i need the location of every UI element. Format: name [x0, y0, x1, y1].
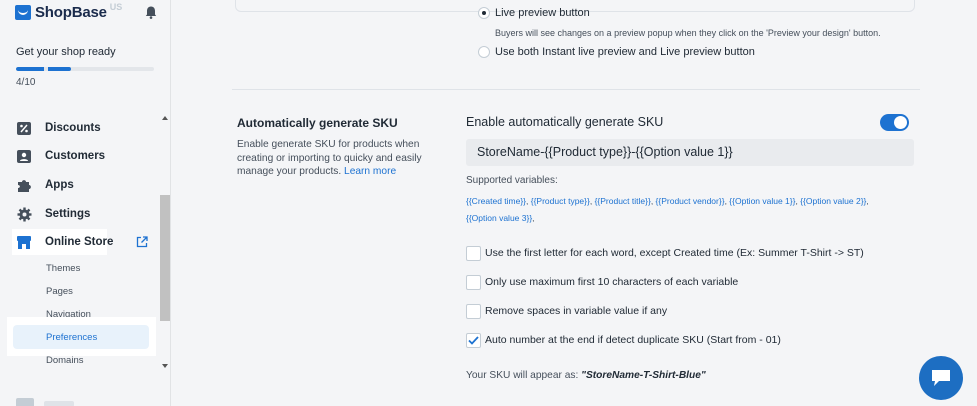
onboarding-progress-count: 4/10 [16, 77, 36, 88]
chat-widget-button[interactable] [919, 356, 963, 400]
max-10-chars-checkbox[interactable] [466, 275, 481, 290]
main-content: Live preview button Buyers will see chan… [172, 0, 977, 406]
remove-spaces-checkbox[interactable] [466, 304, 481, 319]
scroll-down-arrow[interactable] [162, 364, 168, 368]
live-preview-help: Buyers will see changes on a preview pop… [495, 28, 881, 38]
bell-icon[interactable] [145, 6, 157, 19]
variable-created-time[interactable]: {{Created time}} [466, 196, 526, 206]
sidebar-subitem-preferences[interactable]: Preferences [46, 332, 97, 343]
sidebar-subitem-domains[interactable]: Domains [46, 355, 84, 366]
gear-icon [16, 206, 32, 222]
variable-product-title[interactable]: {{Product title}} [595, 196, 651, 206]
sku-section-title: Automatically generate SKU [237, 116, 398, 130]
live-preview-label: Live preview button [495, 7, 590, 19]
sku-preview: Your SKU will appear as: "StoreName-T-Sh… [466, 370, 706, 381]
sidebar-item-customers[interactable]: Customers [0, 144, 159, 168]
discount-icon [16, 120, 32, 136]
customers-icon [16, 148, 32, 164]
first-letter-label: Use the first letter for each word, exce… [485, 247, 864, 259]
external-link-icon[interactable] [136, 236, 148, 248]
sidebar-item-settings[interactable]: Settings [0, 202, 159, 226]
sidebar-scrollbar-thumb[interactable] [160, 195, 170, 321]
sidebar-item-label: Online Store [45, 236, 114, 248]
onboarding-progress-bar [16, 67, 154, 71]
variable-product-type[interactable]: {{Product type}} [531, 196, 590, 206]
sidebar-item-apps[interactable]: Apps [0, 173, 159, 197]
puzzle-icon [16, 177, 32, 193]
onboarding-title: Get your shop ready [16, 46, 116, 58]
variable-option-value-1[interactable]: {{Option value 1}} [729, 196, 795, 206]
toggle-knob [894, 116, 907, 129]
sku-section-description: Enable generate SKU for products when cr… [237, 138, 432, 179]
enable-sku-label: Enable automatically generate SKU [466, 115, 664, 129]
auto-number-label: Auto number at the end if detect duplica… [485, 334, 781, 346]
sku-template-input[interactable]: StoreName-{{Product type}}-{{Option valu… [466, 139, 914, 166]
sidebar-item-label: Apps [45, 179, 74, 191]
sidebar-item-label: Customers [45, 150, 106, 162]
enable-sku-toggle[interactable] [880, 114, 909, 131]
live-preview-radio[interactable] [478, 7, 490, 19]
first-letter-checkbox[interactable] [466, 246, 481, 261]
auto-number-checkbox[interactable] [466, 333, 481, 348]
supported-variables-title: Supported variables: [466, 175, 558, 186]
sidebar-item-label: Discounts [45, 122, 101, 134]
checkmark-icon [468, 336, 479, 345]
sidebar-item-icon-partial [16, 398, 34, 406]
onboarding-progress-fill [16, 67, 72, 71]
sidebar-item-label-partial [44, 401, 74, 406]
sidebar-subitem-themes[interactable]: Themes [46, 263, 80, 274]
scroll-up-arrow[interactable] [162, 116, 168, 120]
shopbase-logo-icon [15, 5, 31, 20]
brand-name: ShopBase [35, 4, 107, 21]
shopbase-logo[interactable]: ShopBase US [15, 1, 123, 21]
sku-preview-value: "StoreName-T-Shirt-Blue" [581, 370, 706, 381]
both-preview-radio[interactable] [478, 46, 490, 58]
sku-preview-prefix: Your SKU will appear as: [466, 370, 579, 381]
variable-option-value-3[interactable]: {{Option value 3}} [466, 213, 532, 223]
max-10-chars-label: Only use maximum first 10 characters of … [485, 276, 739, 288]
variable-product-vendor[interactable]: {{Product vendor}} [656, 196, 725, 206]
sidebar: ShopBase US Get your shop ready 4/10 Dis… [0, 0, 171, 406]
sidebar-item-label: Settings [45, 208, 91, 220]
supported-variables-list: {{Created time}}, {{Product type}}, {{Pr… [466, 196, 869, 223]
section-divider [232, 89, 920, 90]
variable-option-value-2[interactable]: {{Option value 2}} [800, 196, 866, 206]
store-icon [16, 234, 32, 250]
chat-icon [932, 370, 950, 386]
remove-spaces-label: Remove spaces in variable value if any [485, 305, 668, 317]
both-preview-label: Use both Instant live preview and Live p… [495, 46, 755, 58]
sidebar-item-discounts[interactable]: Discounts [0, 116, 159, 140]
brand-region: US [109, 1, 123, 12]
sidebar-subitem-pages[interactable]: Pages [46, 286, 73, 297]
learn-more-link[interactable]: Learn more [344, 166, 396, 177]
